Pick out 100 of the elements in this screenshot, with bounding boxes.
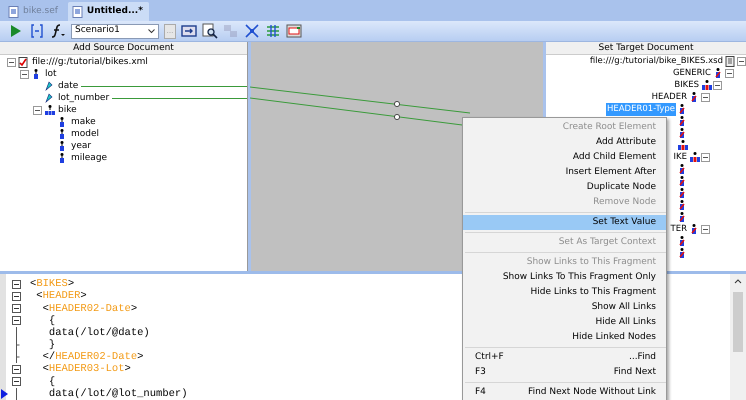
document-icon	[725, 56, 736, 68]
collapse-box[interactable]	[725, 69, 734, 78]
menu-item[interactable]: Show Links To This Fragment Only	[463, 270, 666, 285]
menu-item-label: Show Links to This Fragment	[526, 256, 656, 269]
fold-box-icon	[12, 377, 21, 386]
set-target-header[interactable]: Set Target Document	[546, 42, 746, 55]
menu-item-label: Show All Links	[592, 300, 656, 314]
bracket-icon	[29, 23, 45, 39]
document-icon	[18, 57, 29, 68]
tree-node-label[interactable]: year	[70, 140, 92, 154]
code-line: <HEADER>	[35, 290, 87, 303]
menu-item-label: Hide Links to This Fragment	[530, 286, 656, 299]
menu-item-label: Remove Node	[593, 196, 656, 209]
add-source-header[interactable]: Add Source Document	[0, 42, 247, 55]
tree-node-label[interactable]: IKE	[672, 151, 688, 164]
group-icon	[701, 80, 712, 92]
collapse-box[interactable]	[7, 58, 16, 68]
tree-node-label[interactable]: lot_number	[57, 92, 110, 106]
menu-item[interactable]: Show All Links	[463, 300, 666, 315]
collapse-box[interactable]	[701, 225, 710, 234]
frame-button[interactable]	[286, 23, 302, 39]
scroll-up-icon	[734, 278, 742, 284]
fold-box-icon	[12, 280, 21, 289]
menu-item[interactable]: F4 Find Next Node Without Link	[463, 385, 666, 400]
tree-node-label[interactable]: lot	[44, 68, 58, 82]
code-line: }	[48, 339, 56, 352]
fold-box-icon	[12, 365, 21, 374]
columns-button[interactable]	[265, 23, 281, 39]
code-line: <HEADER03-Lot>	[42, 363, 131, 376]
menu-item[interactable]: Ctrl+F ...Find	[463, 350, 666, 365]
menu-item-label: Hide Linked Nodes	[572, 330, 656, 344]
menu-item[interactable]: Add Child Element	[463, 150, 666, 165]
scrollbar[interactable]	[730, 274, 746, 400]
menu-item[interactable]: F3 Find Next	[463, 365, 666, 380]
tiles-icon	[223, 23, 239, 39]
menu-item[interactable]: Hide Linked Nodes	[463, 330, 666, 345]
caret-icon	[148, 28, 155, 34]
collapse-box[interactable]	[713, 81, 722, 90]
bracket-button[interactable]	[29, 23, 45, 39]
menu-item-label: Show Links To This Fragment Only	[502, 270, 656, 284]
tree-node-label[interactable]: HEADER	[650, 91, 688, 104]
code-line: {	[48, 376, 56, 388]
function-icon	[50, 23, 66, 39]
menu-item[interactable]: Hide All Links	[463, 315, 666, 330]
tree-node-label[interactable]: bike	[57, 104, 78, 118]
tree-node-label[interactable]: TER	[670, 223, 688, 236]
collapse-box[interactable]	[20, 70, 29, 80]
tree-node-label[interactable]: make	[70, 116, 97, 130]
menu-item[interactable]: Hide Links to This Fragment	[463, 285, 666, 300]
group-icon	[689, 152, 700, 164]
tree-node-label[interactable]: BIKES	[673, 79, 700, 92]
fold-box-icon	[12, 316, 21, 326]
tree-node-label[interactable]: date	[57, 80, 80, 94]
magnifier-icon	[202, 23, 218, 39]
tree-node-label[interactable]: file:///g:/tutorial/bike_BIKES.xsd	[588, 55, 724, 68]
frame-icon	[286, 23, 302, 39]
menu-item[interactable]: Set Text Value	[463, 215, 666, 230]
cross-arrows-icon	[244, 23, 260, 39]
function-button[interactable]	[50, 23, 66, 39]
menu-item-label: Set Text Value	[592, 216, 656, 229]
menu-item-label: Create Root Element	[562, 120, 656, 134]
cross-arrows-button[interactable]	[244, 23, 260, 39]
collapse-box[interactable]	[33, 106, 42, 116]
menu-item[interactable]: Add Attribute	[463, 135, 666, 150]
columns-icon	[265, 23, 281, 39]
menu-item-label: ...Find	[628, 350, 656, 364]
magnifier-button[interactable]	[202, 23, 218, 39]
fold-box-icon	[12, 292, 21, 301]
menu-item-label: Find Next Node Without Link	[528, 386, 656, 399]
menu-item-label: Hide All Links	[595, 316, 656, 329]
document-icon	[8, 6, 19, 18]
code-line: {	[48, 314, 56, 327]
tree-node-label[interactable]: mileage	[70, 152, 108, 166]
document-tab[interactable]: Untitled...*	[68, 2, 149, 22]
code-line: <HEADER02-Date>	[42, 302, 138, 315]
attribute-icon	[44, 93, 55, 104]
menu-item[interactable]: Duplicate Node	[463, 180, 666, 195]
code-line: <BIKES>	[30, 278, 74, 290]
code-line: </HEADER02-Date>	[42, 351, 144, 364]
window-arrow-button[interactable]	[181, 23, 197, 39]
collapse-box[interactable]	[737, 57, 746, 66]
shortcut-label: F4	[475, 386, 486, 399]
collapse-box[interactable]	[701, 93, 710, 102]
scenario-dropdown[interactable]: Scenario1	[71, 24, 159, 38]
group-icon	[44, 105, 55, 116]
menu-item-label: Add Child Element	[572, 150, 656, 164]
collapse-box[interactable]	[701, 153, 710, 162]
shortcut-label: Ctrl+F	[475, 350, 504, 364]
menu-item-label: Set As Target Context	[558, 236, 656, 249]
code-line: data(/lot/@date)	[48, 326, 150, 339]
group-icon	[677, 140, 688, 152]
menu-item[interactable]: Insert Element After	[463, 165, 666, 180]
menu-item-label: Duplicate Node	[586, 180, 656, 194]
tree-node-label[interactable]: GENERIC	[672, 67, 712, 80]
menu-item-label: Find Next	[614, 366, 656, 379]
tree-node-label[interactable]: model	[70, 128, 100, 142]
document-icon	[72, 6, 83, 18]
tree-node-label[interactable]: file:///g:/tutorial/bikes.xml	[31, 56, 149, 70]
menu-item-label: Add Attribute	[596, 136, 656, 149]
shortcut-label: F3	[475, 366, 486, 379]
